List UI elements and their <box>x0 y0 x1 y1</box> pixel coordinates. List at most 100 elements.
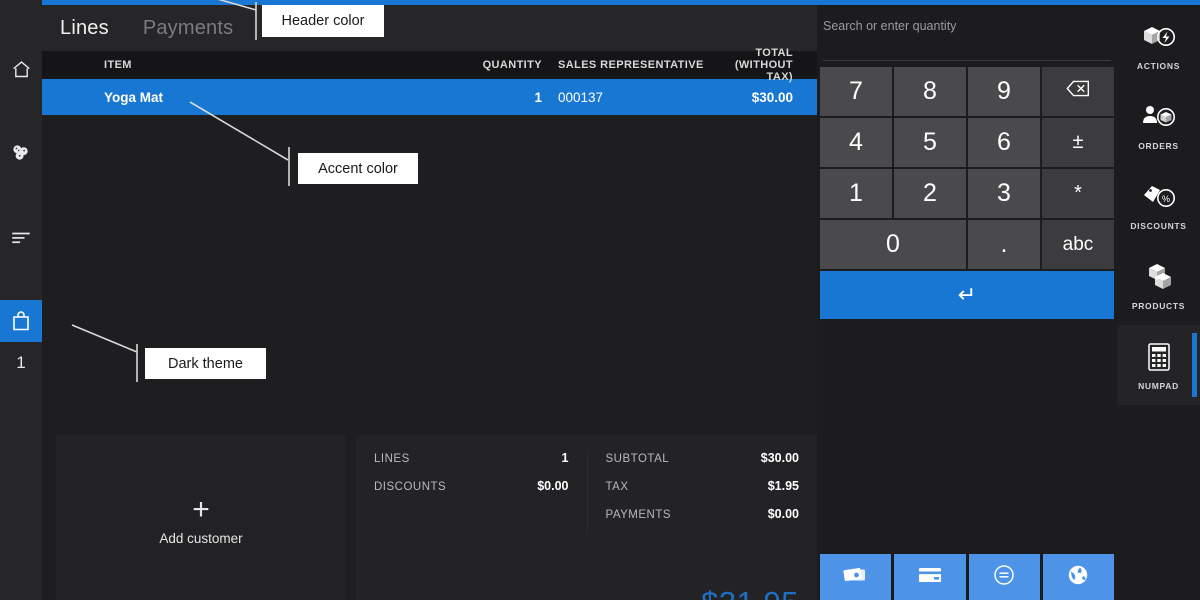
callout-dark-theme: Dark theme <box>145 348 266 379</box>
credit-card-icon <box>917 565 943 590</box>
cart-lines-empty-area <box>42 115 817 450</box>
payment-button-card[interactable] <box>894 554 966 600</box>
rail-label-discounts: DISCOUNTS <box>1130 221 1187 231</box>
column-header-item: ITEM <box>104 59 132 71</box>
sidebar-item-list[interactable] <box>0 216 42 258</box>
search-area <box>817 5 1117 67</box>
totals-label-payments: PAYMENTS <box>605 509 672 521</box>
totals-row-subtotal: SUBTOTAL $30.00 <box>606 451 800 465</box>
column-header-quantity: QUANTITY <box>482 59 542 71</box>
plus-icon: + <box>192 492 210 526</box>
sidebar-item-home[interactable] <box>0 48 42 90</box>
callout-accent-color: Accent color <box>298 153 418 184</box>
shopping-bag-icon <box>11 310 31 332</box>
sidebar-item-cart[interactable] <box>0 300 42 342</box>
payment-button-cash[interactable] <box>820 554 892 600</box>
backspace-icon <box>1066 80 1090 103</box>
search-input[interactable] <box>823 17 1111 39</box>
totals-row-discounts: DISCOUNTS $0.00 <box>374 479 569 493</box>
gift-card-icon <box>992 563 1016 592</box>
totals-value-subtotal: $30.00 <box>760 451 799 465</box>
right-action-rail: ACTIONS ORDERS % DISCOUNTS PRODUCTS NUMP… <box>1117 5 1200 600</box>
numpad-key-5[interactable]: 5 <box>894 118 966 167</box>
tab-lines[interactable]: Lines <box>60 17 109 40</box>
numpad-key-8[interactable]: 8 <box>894 67 966 116</box>
svg-text:%: % <box>1161 194 1169 204</box>
left-navigation-rail: 1 <box>0 0 42 600</box>
totals-label-tax: TAX <box>605 481 629 493</box>
totals-column-right: SUBTOTAL $30.00 TAX $1.95 PAYMENTS $0.00 <box>586 451 818 535</box>
orders-icon <box>1141 99 1177 135</box>
totals-value-payments: $0.00 <box>767 507 799 521</box>
rail-button-numpad[interactable]: NUMPAD <box>1117 325 1200 405</box>
numpad-key-7[interactable]: 7 <box>820 67 892 116</box>
rail-button-discounts[interactable]: % DISCOUNTS <box>1117 165 1200 245</box>
grand-total-amount: $31.95 <box>701 585 799 600</box>
rail-label-numpad: NUMPAD <box>1138 381 1179 391</box>
main-panel: Lines Payments ITEM QUANTITY SALES REPRE… <box>42 5 817 600</box>
totals-value-tax: $1.95 <box>767 479 799 493</box>
numpad-key-9[interactable]: 9 <box>968 67 1040 116</box>
summary-area: + Add customer LINES 1 DISCOUNTS $0.00 S… <box>42 435 817 600</box>
rail-button-actions[interactable]: ACTIONS <box>1117 5 1200 85</box>
totals-column-left: LINES 1 DISCOUNTS $0.00 <box>356 451 587 535</box>
totals-value-discounts: $0.00 <box>537 479 569 493</box>
payment-buttons <box>820 554 1114 600</box>
table-row[interactable]: Yoga Mat 1 000137 $30.00 <box>42 79 817 115</box>
callout-header-color: Header color <box>262 5 384 37</box>
rail-button-products[interactable]: PRODUCTS <box>1117 245 1200 325</box>
numpad-key-1[interactable]: 1 <box>820 169 892 218</box>
cell-sales-representative: 000137 <box>558 89 604 105</box>
active-indicator-bar <box>1192 333 1197 397</box>
pos-screen: 1 Lines Payments ITEM QUANTITY SALES REP… <box>0 0 1200 600</box>
numpad-key-asterisk[interactable]: * <box>1042 169 1114 218</box>
tab-payments[interactable]: Payments <box>143 17 234 40</box>
totals-row-tax: TAX $1.95 <box>606 479 800 493</box>
numpad-key-0[interactable]: 0 <box>820 220 966 269</box>
totals-label-discounts: DISCOUNTS <box>374 481 447 493</box>
cash-icon <box>843 565 869 590</box>
totals-value-lines: 1 <box>561 451 569 465</box>
rail-button-orders[interactable]: ORDERS <box>1117 85 1200 165</box>
column-header-total: TOTAL (WITHOUT TAX) <box>734 47 793 83</box>
boxes-icon <box>10 142 32 164</box>
cell-total: $30.00 <box>751 89 793 105</box>
column-header-sales-representative: SALES REPRESENTATIVE <box>558 59 704 71</box>
numpad-key-plus-minus[interactable]: ± <box>1042 118 1114 167</box>
add-customer-button[interactable]: + Add customer <box>56 435 346 600</box>
discounts-icon: % <box>1141 179 1177 215</box>
payment-button-gift-card[interactable] <box>968 554 1040 600</box>
home-icon <box>11 59 32 80</box>
sidebar-item-products[interactable] <box>0 132 42 174</box>
rail-label-actions: ACTIONS <box>1136 61 1181 71</box>
cart-count-badge: 1 <box>16 353 26 372</box>
rail-label-products: PRODUCTS <box>1131 301 1186 311</box>
cell-quantity: 1 <box>534 89 542 105</box>
tab-bar: Lines Payments <box>42 5 817 51</box>
calculator-icon <box>1146 339 1172 375</box>
numpad-enter-button[interactable]: ↵ <box>820 271 1114 319</box>
totals-row-lines: LINES 1 <box>374 451 569 465</box>
totals-panel: LINES 1 DISCOUNTS $0.00 SUBTOTAL $30.00 <box>356 435 817 600</box>
totals-row-payments: PAYMENTS $0.00 <box>606 507 800 521</box>
payment-button-online[interactable] <box>1042 554 1114 600</box>
numpad-key-decimal[interactable]: . <box>968 220 1040 269</box>
search-underline <box>823 60 1111 61</box>
numpad-key-abc[interactable]: abc <box>1042 220 1114 269</box>
cart-table-header: ITEM QUANTITY SALES REPRESENTATIVE TOTAL… <box>42 47 817 83</box>
numpad-key-backspace[interactable] <box>1042 67 1114 116</box>
numpad-key-2[interactable]: 2 <box>894 169 966 218</box>
totals-label-lines: LINES <box>374 453 410 465</box>
add-customer-label: Add customer <box>159 530 243 546</box>
list-icon <box>10 230 32 244</box>
numpad-keys: 7 8 9 4 5 6 ± 1 2 3 * 0 . abc <box>817 67 1117 269</box>
cell-item: Yoga Mat <box>104 89 164 105</box>
actions-icon <box>1141 19 1177 55</box>
numpad-key-6[interactable]: 6 <box>968 118 1040 167</box>
totals-label-subtotal: SUBTOTAL <box>605 453 670 465</box>
globe-icon <box>1066 563 1090 592</box>
products-icon <box>1141 259 1177 295</box>
numpad-key-4[interactable]: 4 <box>820 118 892 167</box>
numpad-key-3[interactable]: 3 <box>968 169 1040 218</box>
rail-label-orders: ORDERS <box>1138 141 1179 151</box>
